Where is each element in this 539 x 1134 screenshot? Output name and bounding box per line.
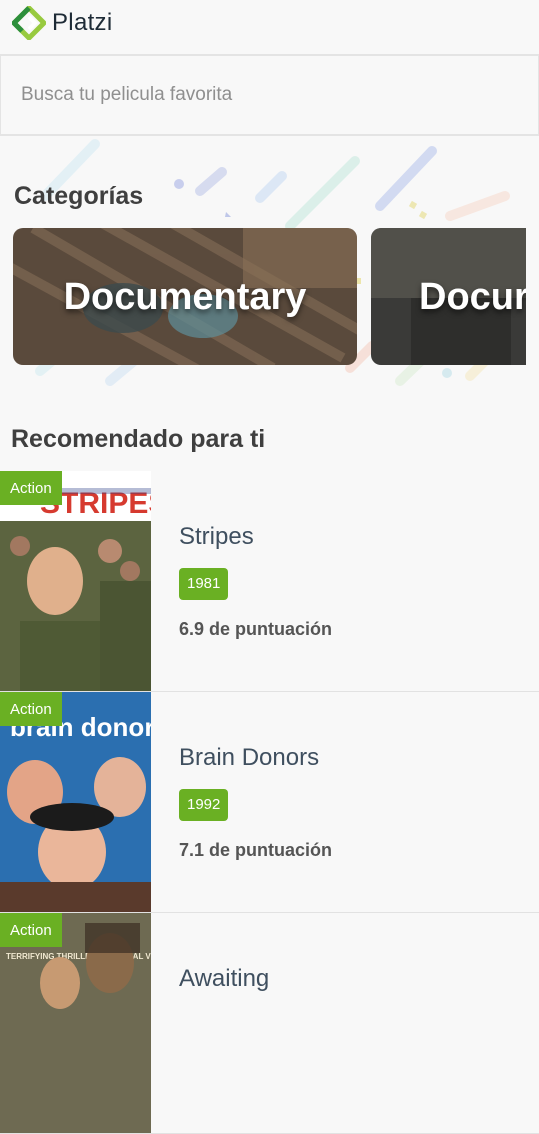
- category-label: Documentary: [63, 276, 307, 318]
- genre-badge: Action: [0, 913, 62, 947]
- movie-title[interactable]: Stripes: [179, 523, 254, 551]
- movie-item-awaiting[interactable]: TERRIFYING THRILLER ESSENTIAL VIEWING Ac…: [0, 913, 539, 1134]
- movie-score: 7.1 de puntuación: [179, 840, 333, 860]
- platzi-logo[interactable]: Platzi: [12, 6, 113, 40]
- genre-badge: Action: [0, 471, 62, 505]
- search-input[interactable]: [0, 55, 539, 135]
- movie-item-stripes[interactable]: STRIPES Action Stripes 1981 6.9 de puntu…: [0, 471, 539, 692]
- categories-title: Categorías: [14, 182, 144, 210]
- movie-title[interactable]: Brain Donors: [179, 744, 319, 772]
- movie-title[interactable]: Awaiting: [179, 965, 269, 993]
- recommended-title: Recomendado para ti: [11, 425, 266, 453]
- movie-poster[interactable]: TERRIFYING THRILLER ESSENTIAL VIEWING Ac…: [0, 913, 151, 1133]
- genre-badge: Action: [0, 692, 62, 726]
- platzi-logo-icon: [12, 6, 46, 40]
- movie-item-brain-donors[interactable]: brain donors Action Brain Donors 1992 7.…: [0, 692, 539, 913]
- categories-carousel[interactable]: Documentary Docur: [13, 228, 526, 365]
- brand-name: Platzi: [52, 9, 113, 36]
- category-card-documentary-2[interactable]: Docur: [371, 228, 526, 365]
- movie-poster[interactable]: STRIPES Action: [0, 471, 151, 691]
- year-badge: 1992: [179, 789, 229, 821]
- category-card-documentary[interactable]: Documentary: [13, 228, 357, 365]
- search-bar: [0, 55, 539, 136]
- year-badge: 1981: [179, 568, 229, 600]
- movie-score: 6.9 de puntuación: [179, 619, 333, 639]
- app-header: Platzi: [0, 0, 539, 55]
- movie-poster[interactable]: brain donors Action: [0, 692, 151, 912]
- category-label: Docur: [419, 276, 526, 318]
